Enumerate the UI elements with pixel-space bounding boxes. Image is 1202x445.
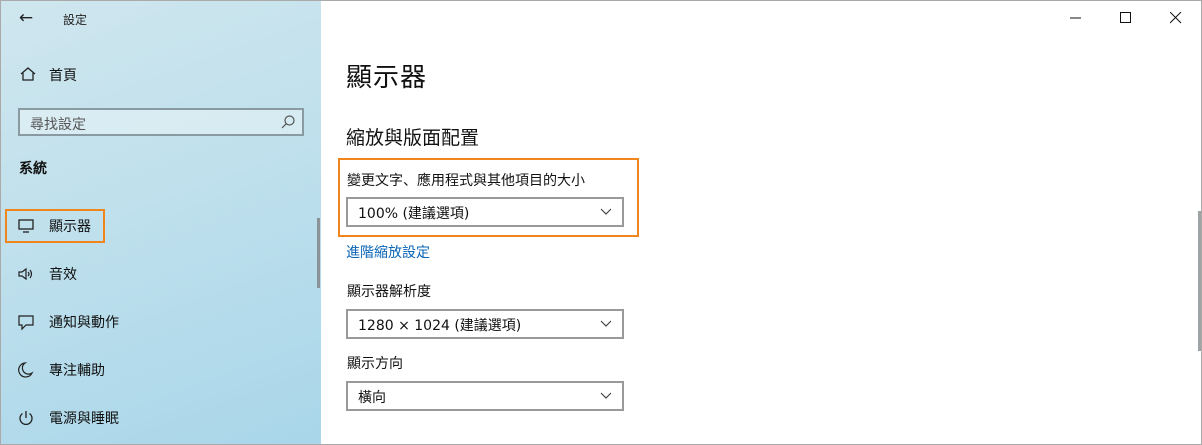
- sidebar-item-label: 顯示器: [49, 219, 91, 235]
- section-title: 系統: [19, 161, 47, 177]
- monitor-icon: [18, 219, 34, 233]
- close-icon: [1170, 12, 1182, 24]
- page-title: 顯示器: [346, 63, 428, 93]
- sidebar-item-label: 專注輔助: [49, 363, 105, 379]
- settings-window: ← 設定 首頁 尋找設定 系統 顯示器 音效 通知與動作 專注輔助 電源與睡眠 …: [0, 0, 1202, 445]
- sidebar-item-label: 通知與動作: [49, 315, 119, 331]
- scale-value: 100% (建議選項): [358, 206, 470, 222]
- notification-icon: [18, 315, 34, 331]
- home-icon: [20, 67, 36, 81]
- search-input[interactable]: 尋找設定: [18, 108, 304, 136]
- sidebar-item-display[interactable]: 顯示器: [1, 209, 321, 243]
- sidebar-item-power[interactable]: 電源與睡眠: [1, 403, 321, 433]
- maximize-icon: [1120, 12, 1131, 23]
- back-button[interactable]: ←: [15, 7, 37, 29]
- title-bar: ← 設定: [1, 1, 321, 37]
- orientation-label: 顯示方向: [347, 356, 403, 372]
- sidebar-scrollbar[interactable]: [317, 218, 320, 288]
- moon-icon: [18, 362, 34, 378]
- advanced-scaling-link[interactable]: 進階縮放設定: [346, 242, 430, 262]
- sidebar-item-sound[interactable]: 音效: [1, 259, 321, 289]
- resolution-label: 顯示器解析度: [347, 284, 431, 300]
- chevron-down-icon: [600, 320, 612, 327]
- minimize-button[interactable]: [1053, 1, 1099, 35]
- back-arrow-icon: ←: [18, 8, 34, 28]
- sidebar-item-label: 音效: [49, 267, 77, 283]
- nav-home[interactable]: 首頁: [1, 63, 321, 87]
- main-scrollbar[interactable]: [1198, 211, 1201, 351]
- scale-dropdown[interactable]: 100% (建議選項): [346, 197, 624, 227]
- chevron-down-icon: [600, 392, 612, 399]
- sidebar-item-notifications[interactable]: 通知與動作: [1, 307, 321, 337]
- speaker-icon: [18, 267, 33, 281]
- window-controls: [1053, 1, 1201, 35]
- resolution-dropdown[interactable]: 1280 × 1024 (建議選項): [346, 309, 624, 339]
- nav-home-label: 首頁: [49, 68, 77, 84]
- search-placeholder: 尋找設定: [30, 117, 86, 133]
- chevron-down-icon: [600, 208, 612, 215]
- main-content: 顯示器 縮放與版面配置 變更文字、應用程式與其他項目的大小 100% (建議選項…: [322, 1, 1201, 444]
- scale-label: 變更文字、應用程式與其他項目的大小: [347, 173, 585, 189]
- sidebar-item-focus-assist[interactable]: 專注輔助: [1, 355, 321, 385]
- power-icon: [19, 411, 33, 425]
- sidebar-item-label: 電源與睡眠: [49, 411, 119, 427]
- sidebar: ← 設定 首頁 尋找設定 系統 顯示器 音效 通知與動作 專注輔助 電源與睡眠: [1, 1, 321, 444]
- close-button[interactable]: [1153, 1, 1199, 35]
- maximize-button[interactable]: [1103, 1, 1149, 35]
- search-icon[interactable]: [280, 114, 296, 130]
- resolution-value: 1280 × 1024 (建議選項): [358, 318, 522, 334]
- app-title: 設定: [63, 13, 88, 27]
- orientation-value: 橫向: [358, 390, 386, 406]
- minimize-icon: [1070, 17, 1081, 19]
- section-heading: 縮放與版面配置: [346, 127, 480, 149]
- orientation-dropdown[interactable]: 橫向: [346, 381, 624, 411]
